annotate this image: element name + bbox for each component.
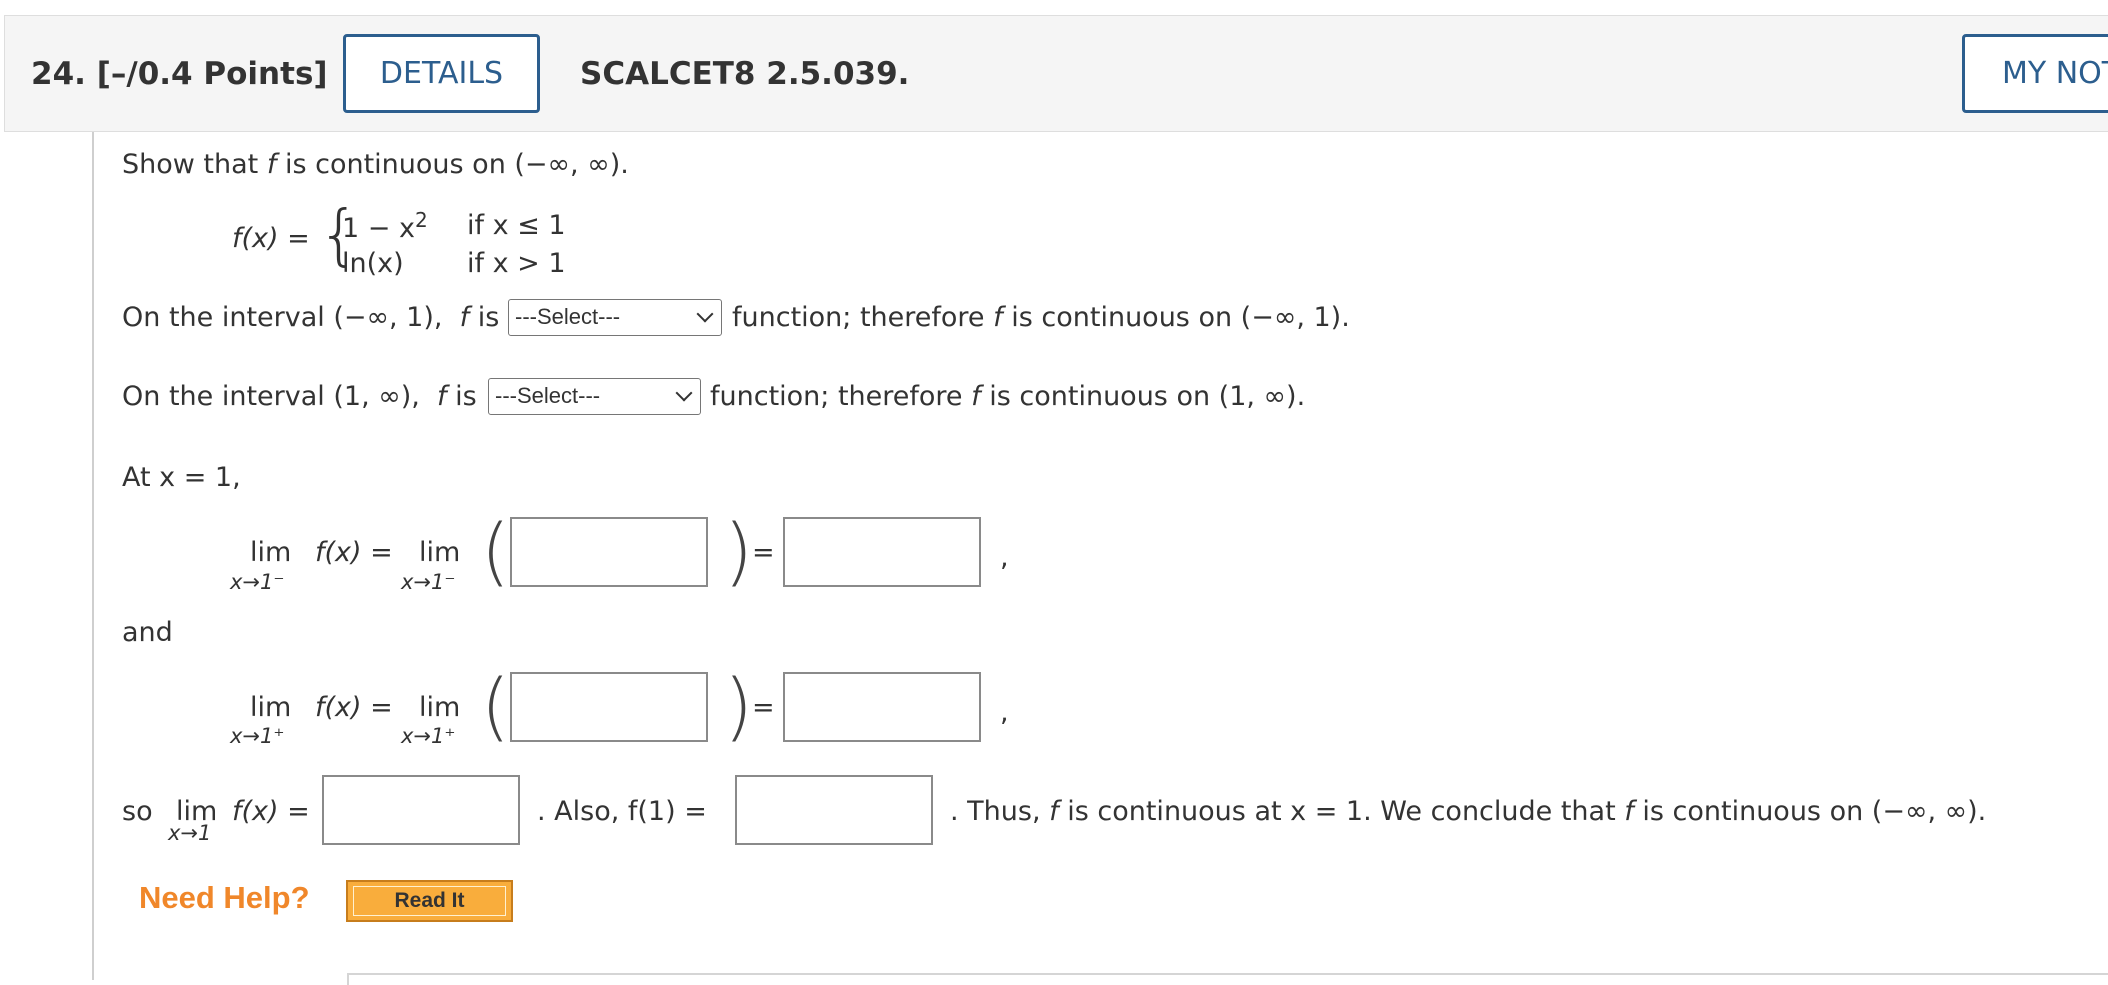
so-text: so: [122, 796, 153, 827]
case2-expression: ln(x): [342, 248, 404, 279]
left-lim2-word: lim: [419, 537, 461, 568]
question-title: 24. [–/0.4 Points]: [31, 56, 328, 92]
read-it-button[interactable]: Read It: [346, 880, 513, 922]
left-lim2-sub: x→1⁻: [401, 570, 456, 594]
thus-f: f: [1049, 796, 1059, 827]
interval2-is: is: [455, 381, 477, 412]
intro-f: f: [266, 149, 277, 180]
two-sided-limit-input[interactable]: [322, 775, 520, 845]
close-paren: ): [724, 509, 753, 595]
right-limit-comma: ,: [1000, 697, 1009, 728]
read-it-label: Read It: [353, 886, 506, 916]
right-limit-equals: =: [752, 692, 775, 723]
chevron-down-icon: [696, 305, 714, 323]
right-lim2-sub: x→1⁺: [401, 724, 456, 748]
question-points: [–/0.4 Points]: [96, 56, 328, 92]
right-limit-expression-input[interactable]: [510, 672, 708, 742]
interval2-suffix-a: function; therefore: [710, 381, 972, 412]
left-lim-sub: x→1⁻: [230, 570, 285, 594]
interval1-select[interactable]: ---Select---: [508, 299, 722, 336]
thus-a: . Thus,: [950, 796, 1050, 827]
content-divider: [92, 132, 94, 980]
definition-lhs: f(x) =: [232, 223, 310, 254]
intro-text: Show that: [122, 149, 267, 180]
and-text: and: [122, 617, 173, 648]
next-panel-border: [347, 973, 2108, 985]
need-help-label: Need Help?: [139, 880, 310, 915]
interval1-select-value: ---Select---: [515, 304, 621, 329]
at-x-equals-1: At x = 1,: [122, 462, 241, 493]
interval1-prefix: On the interval (−∞, 1), f is: [122, 302, 499, 333]
right-limit-value-input[interactable]: [783, 672, 981, 742]
open-paren: (: [481, 509, 510, 595]
interval1-is: is: [477, 302, 500, 333]
interval2-f2: f: [971, 381, 981, 412]
open-paren: (: [481, 664, 510, 750]
interval2-suffix-b: is continuous on (1, ∞).: [980, 381, 1306, 412]
details-button[interactable]: DETAILS: [343, 34, 540, 113]
conclusion-fx: f(x) =: [232, 796, 310, 827]
interval2-f: f: [437, 381, 447, 412]
interval1-suffix-b: is continuous on (−∞, 1).: [1002, 302, 1350, 333]
right-lim-fx: f(x) =: [315, 692, 393, 723]
thus-b: is continuous at x = 1. We conclude that: [1058, 796, 1625, 827]
interval2-select[interactable]: ---Select---: [488, 378, 701, 415]
thus-text: . Thus, f is continuous at x = 1. We con…: [950, 796, 1986, 827]
f-of-1-input[interactable]: [735, 775, 933, 845]
interval1-f: f: [459, 302, 470, 333]
also-text: . Also, f(1) =: [537, 796, 707, 827]
case1-expr: 1 − x: [342, 213, 415, 244]
question-number: 24.: [31, 56, 86, 92]
conclusion-lim-sub: x→1: [168, 821, 212, 845]
close-paren: ): [724, 664, 753, 750]
left-limit-value-input[interactable]: [783, 517, 981, 587]
left-limit-equals: =: [752, 537, 775, 568]
left-lim-word: lim: [250, 537, 292, 568]
interval1-suffix: function; therefore f is continuous on (…: [732, 302, 1350, 333]
thus-f2: f: [1624, 796, 1634, 827]
interval2-select-value: ---Select---: [495, 383, 601, 408]
case1-expression: 1 − x2: [342, 208, 428, 244]
interval1-text: On the interval (−∞, 1),: [122, 302, 443, 333]
right-lim-word: lim: [250, 692, 292, 723]
right-lim2-word: lim: [419, 692, 461, 723]
left-limit-comma: ,: [1000, 542, 1009, 573]
my-notes-button[interactable]: MY NOTES: [1962, 34, 2108, 113]
left-limit-expression-input[interactable]: [510, 517, 708, 587]
interval2-prefix: On the interval (1, ∞), f is: [122, 381, 477, 412]
interval1-suffix-a: function; therefore: [732, 302, 994, 333]
problem-intro: Show that f is continuous on (−∞, ∞).: [122, 149, 629, 180]
intro-text-end: is continuous on (−∞, ∞).: [276, 149, 629, 180]
question-reference: SCALCET8 2.5.039.: [580, 56, 910, 92]
interval2-text: On the interval (1, ∞),: [122, 381, 420, 412]
right-lim-sub: x→1⁺: [230, 724, 285, 748]
case2-condition: if x > 1: [467, 248, 566, 279]
thus-c: is continuous on (−∞, ∞).: [1633, 796, 1987, 827]
left-lim-fx: f(x) =: [315, 537, 393, 568]
interval1-f2: f: [993, 302, 1003, 333]
case1-condition: if x ≤ 1: [467, 210, 566, 241]
case1-exponent: 2: [414, 208, 428, 232]
chevron-down-icon: [675, 384, 693, 402]
interval2-suffix: function; therefore f is continuous on (…: [710, 381, 1305, 412]
